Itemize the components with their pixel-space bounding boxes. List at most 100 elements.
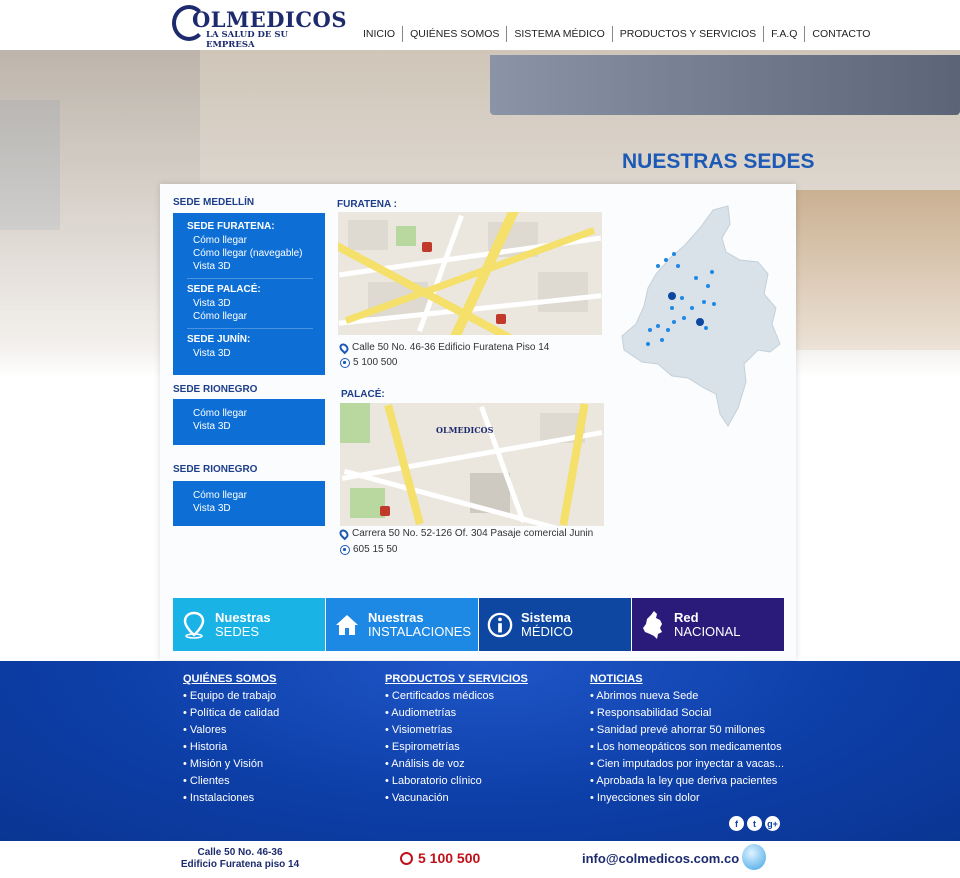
footer-heading[interactable]: QUIÉNES SOMOS <box>183 673 279 685</box>
twitter-icon[interactable]: t <box>747 816 762 831</box>
city-dot <box>660 338 664 342</box>
palace-como-llegar-link[interactable]: Cómo llegar <box>187 310 325 323</box>
footer-link[interactable]: • Responsabilidad Social <box>590 705 784 722</box>
map-marker <box>422 242 432 252</box>
rionegro2-como-llegar-link[interactable]: Cómo llegar <box>187 489 325 502</box>
heading-sede-rionegro-2: SEDE RIONEGRO <box>173 464 258 475</box>
map-park <box>396 226 416 246</box>
main-nav: INICIO QUIÉNES SOMOS SISTEMA MÉDICO PROD… <box>356 26 877 42</box>
palace-map-logo: OLMEDICOS <box>436 425 494 435</box>
footer-link[interactable]: • Instalaciones <box>183 790 279 807</box>
map-marker <box>496 314 506 324</box>
furatena-como-llegar-link[interactable]: Cómo llegar <box>187 234 325 247</box>
footer-heading[interactable]: NOTICIAS <box>590 673 784 685</box>
footer-link[interactable]: • Misión y Visión <box>183 756 279 773</box>
logo-tagline: LA SALUD DE SU EMPRESA <box>206 30 288 50</box>
contact-phone[interactable]: 5 100 500 <box>400 850 480 866</box>
rionegro2-vista-3d-link[interactable]: Vista 3D <box>187 502 325 515</box>
contact-phone-text: 5 100 500 <box>418 850 481 866</box>
location-icon <box>181 610 207 640</box>
sistema-medico-button[interactable]: Sistema MÉDICO <box>479 598 631 651</box>
contact-email-link[interactable]: info@colmedicos.com.co <box>582 851 739 866</box>
palace-address-text: Carrera 50 No. 52-126 Of. 304 Pasaje com… <box>352 528 594 539</box>
footer-link[interactable]: • Inyecciones sin dolor <box>590 790 784 807</box>
medellin-sedes-box: SEDE FURATENA: Cómo llegar Cómo llegar (… <box>173 213 325 375</box>
social-links: f t g+ <box>726 816 780 831</box>
footer-link[interactable]: • Laboratorio clínico <box>385 773 528 790</box>
city-dot <box>712 302 716 306</box>
palace-vista-3d-link[interactable]: Vista 3D <box>187 297 325 310</box>
furatena-map[interactable] <box>338 212 602 335</box>
heading-sede-medellin: SEDE MEDELLÍN <box>173 197 255 208</box>
footer-link[interactable]: • Política de calidad <box>183 705 279 722</box>
footer-link[interactable]: • Equipo de trabajo <box>183 688 279 705</box>
footer-col-quienes-somos: QUIÉNES SOMOS • Equipo de trabajo • Polí… <box>183 673 279 807</box>
furatena-vista-3d-link[interactable]: Vista 3D <box>187 260 325 273</box>
nav-quienes-somos[interactable]: QUIÉNES SOMOS <box>402 26 506 42</box>
footer-link[interactable]: • Análisis de voz <box>385 756 528 773</box>
footer-link[interactable]: • Certificados médicos <box>385 688 528 705</box>
footer-link[interactable]: • Visiometrías <box>385 722 528 739</box>
footer-link[interactable]: • Cien imputados por inyectar a vacas... <box>590 756 784 773</box>
nav-faq[interactable]: F.A.Q <box>763 26 804 42</box>
feature-line1: Nuestras <box>215 609 271 625</box>
site-footer: QUIÉNES SOMOS • Equipo de trabajo • Polí… <box>0 661 960 841</box>
city-dot <box>670 306 674 310</box>
footer-link[interactable]: • Sanidad prevé ahorrar 50 millones <box>590 722 784 739</box>
feature-buttons: Nuestras SEDES Nuestras INSTALACIONES Sist… <box>173 598 785 651</box>
nav-contacto[interactable]: CONTACTO <box>804 26 877 42</box>
phone-icon <box>340 544 350 555</box>
palace-phone: 605 15 50 <box>340 544 398 555</box>
hero-photo-detail <box>790 190 960 350</box>
feature-line1: Red <box>674 609 699 625</box>
city-dot <box>706 284 710 288</box>
footer-link[interactable]: • Aprobada la ley que deriva pacientes <box>590 773 784 790</box>
feature-line2: NACIONAL <box>674 623 741 639</box>
footer-link[interactable]: • Los homeopáticos son medicamentos <box>590 739 784 756</box>
sede-furatena-title: SEDE FURATENA: <box>187 221 275 232</box>
junin-vista-3d-link[interactable]: Vista 3D <box>187 347 325 360</box>
footer-link[interactable]: • Historia <box>183 739 279 756</box>
city-dot <box>680 296 684 300</box>
google-plus-icon[interactable]: g+ <box>765 816 780 831</box>
red-nacional-button[interactable]: Red NACIONAL <box>632 598 784 651</box>
city-dot <box>702 300 706 304</box>
city-dot <box>672 252 676 256</box>
footer-link[interactable]: • Abrimos nueva Sede <box>590 688 784 705</box>
city-dot <box>704 326 708 330</box>
nav-inicio[interactable]: INICIO <box>356 26 402 42</box>
footer-link[interactable]: • Audiometrías <box>385 705 528 722</box>
phone-icon <box>400 851 413 865</box>
facebook-icon[interactable]: f <box>729 816 744 831</box>
nav-sistema-medico[interactable]: SISTEMA MÉDICO <box>506 26 611 42</box>
city-dot <box>682 316 686 320</box>
mascot-icon <box>742 844 766 870</box>
footer-link[interactable]: • Clientes <box>183 773 279 790</box>
nav-productos-servicios[interactable]: PRODUCTOS Y SERVICIOS <box>611 26 763 42</box>
footer-heading[interactable]: PRODUCTOS Y SERVICIOS <box>385 673 528 685</box>
rionegro-box: Cómo llegar Vista 3D <box>173 399 325 445</box>
furatena-navegable-link[interactable]: Cómo llegar (navegable) <box>187 247 325 260</box>
map-park <box>340 403 370 443</box>
city-dot <box>672 320 676 324</box>
rionegro-vista-3d-link[interactable]: Vista 3D <box>187 420 325 433</box>
logo-text: OLMEDICOS <box>192 7 348 32</box>
footer-link[interactable]: • Vacunación <box>385 790 528 807</box>
colmedicos-logo[interactable]: OLMEDICOS LA SALUD DE SU EMPRESA <box>172 5 347 50</box>
divider <box>187 328 313 329</box>
furatena-phone-text: 5 100 500 <box>353 357 398 368</box>
colombia-map <box>621 205 781 427</box>
map-marker <box>380 506 390 516</box>
nuestras-sedes-button[interactable]: Nuestras SEDES <box>173 598 325 651</box>
hero-photo-stretcher <box>490 55 960 115</box>
footer-link[interactable]: • Valores <box>183 722 279 739</box>
nuestras-instalaciones-button[interactable]: Nuestras INSTALACIONES <box>326 598 478 651</box>
info-icon <box>487 610 513 640</box>
city-dot <box>664 258 668 262</box>
footer-link[interactable]: • Espirometrías <box>385 739 528 756</box>
palace-map[interactable]: OLMEDICOS <box>340 403 604 526</box>
rionegro-como-llegar-link[interactable]: Cómo llegar <box>187 407 325 420</box>
furatena-address-text: Calle 50 No. 46-36 Edificio Furatena Pis… <box>352 342 550 353</box>
city-dot <box>646 342 650 346</box>
city-dot <box>656 324 660 328</box>
